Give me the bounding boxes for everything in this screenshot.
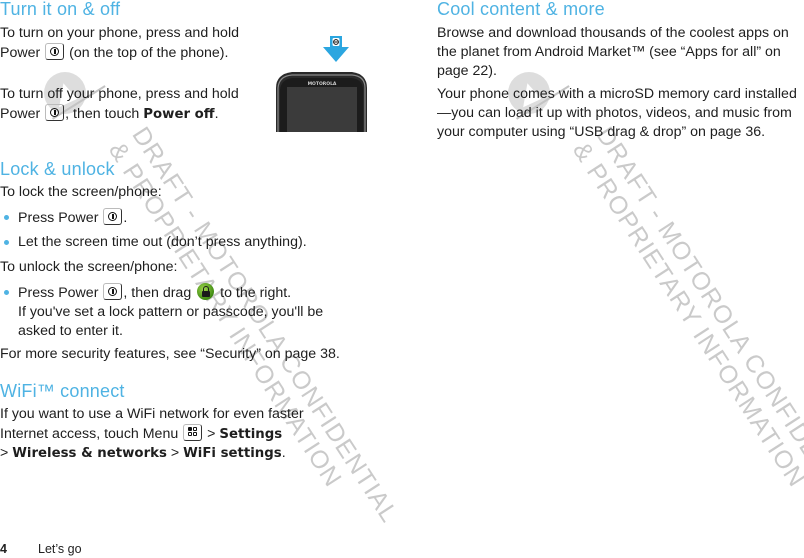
- unlock-bullet: Press Power , then drag to the right. If…: [0, 283, 363, 341]
- lock-intro: To lock the screen/phone:: [0, 184, 162, 200]
- heading-cool-content: Cool content & more: [437, 0, 605, 19]
- microsd-paragraph: Your phone comes with a microSD memory c…: [437, 86, 797, 140]
- chapter-label: Let’s go: [38, 542, 82, 556]
- security-reference: For more security features, see “Securit…: [0, 346, 340, 362]
- bullet-dot: [4, 240, 9, 245]
- heading-wifi-connect: WiFi™ connect: [0, 381, 125, 401]
- watermark-right: DRAFT - MOTOROLA CONFIDENTIAL & PROPRIET…: [567, 122, 804, 528]
- bullet-dot: [4, 290, 9, 295]
- heading-turn-on-off: Turn it on & off: [0, 0, 121, 19]
- power-key-icon: [103, 208, 123, 225]
- path-settings: Settings: [219, 427, 283, 442]
- market-paragraph: Browse and download thousands of the coo…: [437, 25, 789, 79]
- power-key-icon: [103, 283, 123, 300]
- power-key-icon: [45, 43, 65, 60]
- phone-brand-label: MOTOROLA: [308, 81, 337, 87]
- wifi-paragraph: If you want to use a WiFi network for ev…: [0, 406, 304, 461]
- heading-lock-unlock: Lock & unlock: [0, 159, 115, 179]
- lock-bullet-1: Press Power .: [0, 208, 127, 228]
- path-wireless-networks: Wireless & networks: [12, 446, 167, 461]
- turn-on-paragraph: To turn on your phone, press and hold Po…: [0, 25, 239, 61]
- menu-key-icon: [183, 424, 203, 441]
- unlock-intro: To unlock the screen/phone:: [0, 259, 178, 275]
- page-number: 4: [0, 542, 7, 556]
- bullet-dot: [4, 215, 9, 220]
- turn-off-paragraph: To turn off your phone, press and hold P…: [0, 86, 239, 122]
- lock-bullet-2: Let the screen time out (don’t press any…: [0, 233, 307, 252]
- phone-top-image: MOTOROLA: [276, 36, 367, 132]
- power-key-icon: [45, 104, 65, 121]
- phone-illustration: MOTOROLA: [272, 30, 372, 132]
- unlock-slider-lock-icon: [197, 283, 215, 300]
- path-wifi-settings: WiFi settings: [183, 446, 282, 461]
